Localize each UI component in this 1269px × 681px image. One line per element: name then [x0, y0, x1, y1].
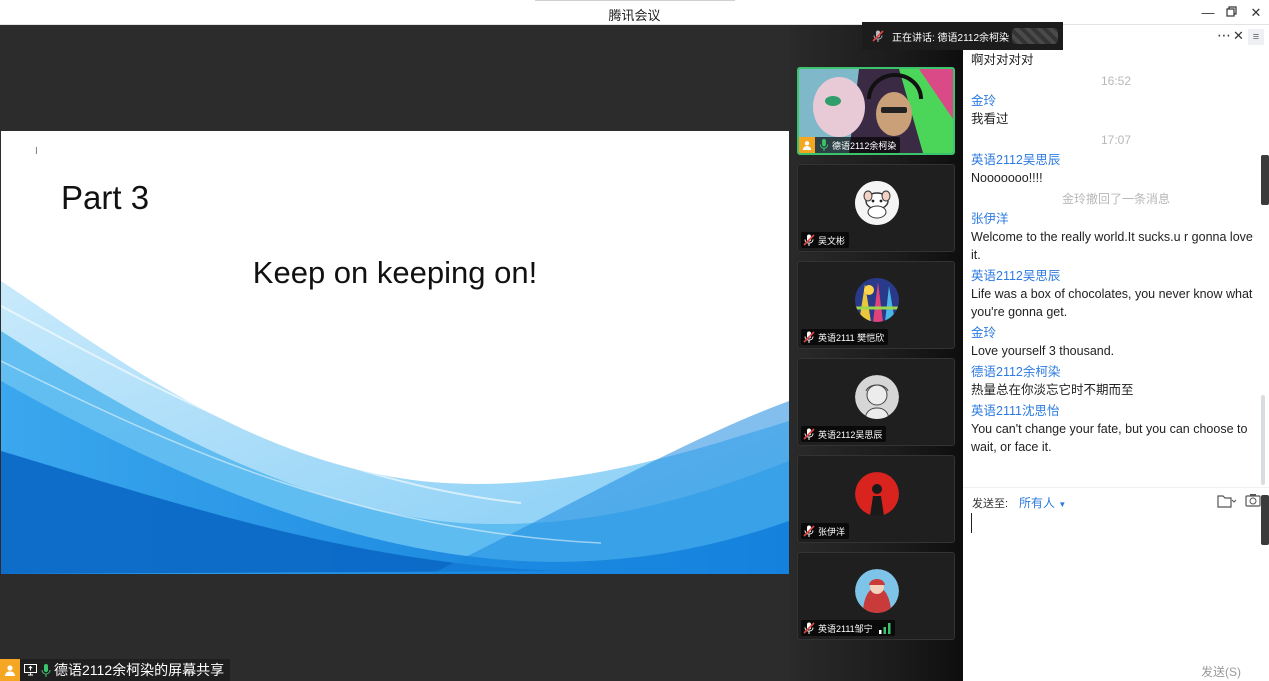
chat-compose-area: 发送至: 所有人 ▼ 发送(S): [963, 487, 1269, 681]
text-cursor-icon: I: [35, 146, 38, 157]
mic-muted-icon: [872, 30, 884, 42]
participant-namebar: 德语2112余柯染: [799, 137, 901, 153]
shared-screen-stage: Part 3 Keep on keeping on! I 德语2112余柯染的屏…: [0, 25, 789, 681]
side-handle-top[interactable]: [1261, 155, 1269, 205]
mic-muted-icon: [803, 234, 815, 246]
chat-sender-name: 张伊洋: [971, 212, 1009, 226]
chat-timestamp: 17:07: [1100, 133, 1132, 147]
blurred-region: [1012, 28, 1058, 44]
participant-name: 英语2111邹宁: [818, 623, 873, 634]
chat-input-caret[interactable]: [971, 513, 972, 533]
chat-sender-name: 英语2112吴思辰: [971, 153, 1061, 167]
slide-headline-text: Keep on keeping on!: [252, 255, 538, 290]
participant-tile[interactable]: 英语2111邹宁: [797, 552, 955, 640]
window-title: 腾讯会议: [608, 8, 661, 23]
chat-message-text: 热量总在你淡忘它时不期而至: [971, 383, 1134, 397]
chat-message-list: 啊对对对对 16:52 金玲 我看过 17:07 英语2112吴思辰 Nooooooo!!!…: [971, 51, 1261, 459]
chat-scrollbar-track[interactable]: [1261, 395, 1265, 485]
chat-message-text: Life was a box of chocolates, you never …: [971, 287, 1253, 319]
signal-strength-icon: [878, 622, 891, 634]
title-bar-accent-line: [535, 0, 735, 1]
title-bar: 腾讯会议 — ✕: [0, 0, 1269, 25]
caret-down-icon: ▼: [1058, 500, 1067, 509]
mic-on-icon: [40, 659, 52, 681]
chat-message-text: 我看过: [971, 112, 1009, 126]
more-icon[interactable]: ⋯: [1217, 27, 1231, 44]
close-icon[interactable]: ✕: [1233, 28, 1244, 44]
participant-list: 德语2112余柯染 吴文彬 英语2111 樊恺欣 英语2112吴思辰 张伊洋 英…: [789, 25, 963, 681]
participant-tile[interactable]: 张伊洋: [797, 455, 955, 543]
participant-tile[interactable]: 英语2112吴思辰: [797, 358, 955, 446]
participant-namebar: 英语2111邹宁: [801, 620, 895, 636]
avatar: [855, 472, 899, 516]
chat-system-notice: 金玲撤回了一条消息: [1061, 192, 1170, 206]
participant-name: 德语2112余柯染: [832, 140, 897, 151]
menu-icon[interactable]: ≡: [1248, 29, 1264, 45]
side-handle-bottom[interactable]: [1261, 495, 1269, 545]
participant-tile[interactable]: 英语2111 樊恺欣: [797, 261, 955, 349]
mic-muted-icon: [803, 331, 815, 343]
screenshot-icon[interactable]: [1245, 493, 1261, 512]
send-button[interactable]: 发送(S): [1201, 663, 1241, 680]
chat-message-text: Love yourself 3 thousand.: [971, 344, 1115, 358]
avatar: [855, 181, 899, 225]
chat-message-text: Nooooooo!!!!: [971, 171, 1043, 185]
chat-panel: ⋯ ✕ ≡ 啊对对对对 16:52 金玲 我看过 17:07 英语2112吴思辰 Noooo…: [963, 25, 1269, 681]
presentation-slide: Part 3 Keep on keeping on!: [1, 131, 789, 574]
participant-namebar: 英语2111 樊恺欣: [801, 329, 889, 345]
chat-sender-name: 金玲: [971, 94, 997, 108]
folder-icon[interactable]: [1217, 494, 1237, 513]
mic-muted-icon: [803, 428, 815, 440]
participant-tile[interactable]: 德语2112余柯染: [797, 67, 955, 155]
participant-namebar: 吴文彬: [801, 232, 850, 248]
avatar: [855, 375, 899, 419]
participant-name: 吴文彬: [818, 235, 846, 246]
chat-sender-name: 英语2112吴思辰: [971, 269, 1061, 283]
mic-muted-icon: [803, 622, 815, 634]
host-user-icon: [799, 137, 815, 153]
recipient-value: 所有人: [1019, 496, 1056, 510]
chat-sender-name: 金玲: [971, 326, 997, 340]
send-to-label: 发送至:: [972, 498, 1009, 510]
screen-share-label: 德语2112余柯染的屏幕共享: [54, 662, 225, 678]
recipient-dropdown[interactable]: 所有人 ▼: [1019, 494, 1066, 511]
restore-button[interactable]: [1221, 3, 1241, 23]
avatar: [855, 278, 899, 322]
participant-name: 英语2111 樊恺欣: [818, 332, 885, 343]
chat-sender-name: 英语2111沈思怡: [971, 404, 1060, 418]
participant-namebar: 张伊洋: [801, 523, 850, 539]
chat-sender-name: 德语2112余柯染: [971, 365, 1061, 379]
participant-name: 英语2112吴思辰: [818, 429, 883, 440]
now-speaking-label: 正在讲话: 德语2112余柯染: [892, 32, 1010, 44]
screen-share-icon: [20, 659, 40, 681]
close-window-button[interactable]: ✕: [1246, 3, 1266, 23]
user-icon: [0, 659, 20, 681]
minimize-button[interactable]: —: [1198, 3, 1218, 23]
screen-share-indicator[interactable]: 德语2112余柯染的屏幕共享: [0, 659, 231, 681]
participant-name: 张伊洋: [818, 526, 846, 537]
avatar: [855, 569, 899, 613]
mic-on-icon: [819, 139, 829, 151]
chat-message-text: 啊对对对对: [971, 53, 1034, 67]
slide-headline: Keep on keeping on!: [1, 255, 789, 291]
chat-message-text: Welcome to the really world.It sucks.u r…: [971, 230, 1253, 262]
restore-icon: [1225, 6, 1237, 17]
mic-muted-icon: [803, 525, 815, 537]
now-speaking-banner: 正在讲话: 德语2112余柯染: [862, 22, 1063, 50]
participant-tile[interactable]: 吴文彬: [797, 164, 955, 252]
slide-part-heading: Part 3: [61, 179, 150, 216]
chat-timestamp: 16:52: [1100, 74, 1132, 88]
chat-message-text: You can't change your fate, but you can …: [971, 422, 1248, 454]
participant-namebar: 英语2112吴思辰: [801, 426, 887, 442]
